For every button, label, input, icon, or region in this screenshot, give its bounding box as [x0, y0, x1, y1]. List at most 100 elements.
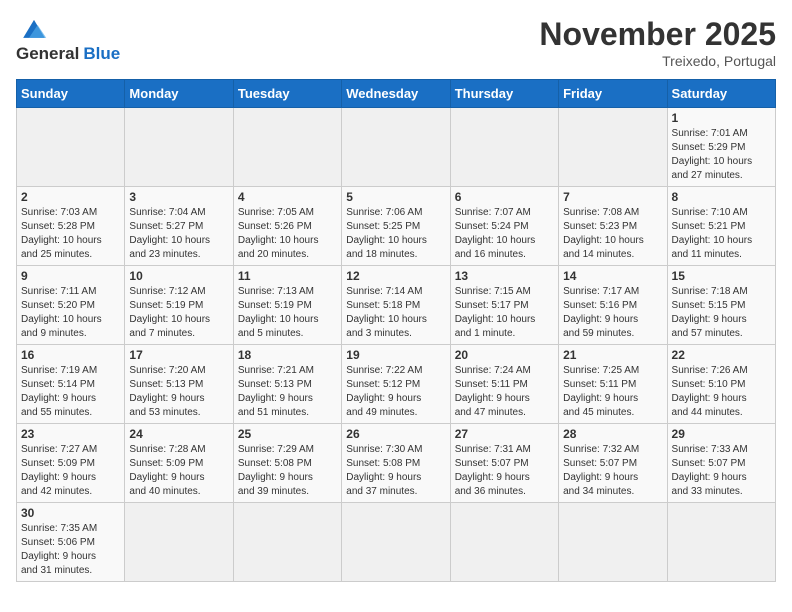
day-info: Sunrise: 7:20 AM Sunset: 5:13 PM Dayligh…	[129, 364, 228, 420]
day-number: 9	[21, 269, 120, 283]
day-number: 30	[21, 506, 120, 520]
day-number: 15	[672, 269, 771, 283]
calendar-cell: 13 Sunrise: 7:15 AM Sunset: 5:17 PM Dayli…	[450, 266, 558, 345]
calendar-cell: 11 Sunrise: 7:13 AM Sunset: 5:19 PM Dayli…	[233, 266, 341, 345]
calendar-cell: 27 Sunrise: 7:31 AM Sunset: 5:07 PM Dayli…	[450, 424, 558, 503]
day-number: 2	[21, 190, 120, 204]
day-info: Sunrise: 7:01 AM Sunset: 5:29 PM Dayligh…	[672, 127, 771, 183]
calendar-cell: 8Sunrise: 7:10 AM Sunset: 5:21 PM Daylig…	[667, 187, 775, 266]
col-header-wednesday: Wednesday	[342, 80, 450, 108]
calendar-table: SundayMondayTuesdayWednesdayThursdayFrid…	[16, 79, 776, 582]
calendar-cell: 19 Sunrise: 7:22 AM Sunset: 5:12 PM Dayli…	[342, 345, 450, 424]
calendar-cell: 12Sunrise: 7:14 AM Sunset: 5:18 PM Dayli…	[342, 266, 450, 345]
day-number: 14	[563, 269, 662, 283]
calendar-cell	[342, 503, 450, 582]
day-info: Sunrise: 7:22 AM Sunset: 5:12 PM Dayligh…	[346, 364, 445, 420]
calendar-week-4: 16 Sunrise: 7:19 AM Sunset: 5:14 PM Dayli…	[17, 345, 776, 424]
day-info: Sunrise: 7:04 AM Sunset: 5:27 PM Dayligh…	[129, 206, 228, 262]
calendar-cell: 22 Sunrise: 7:26 AM Sunset: 5:10 PM Dayli…	[667, 345, 775, 424]
day-number: 23	[21, 427, 120, 441]
day-info: Sunrise: 7:05 AM Sunset: 5:26 PM Dayligh…	[238, 206, 337, 262]
title-block: November 2025 Treixedo, Portugal	[539, 16, 776, 69]
day-info: Sunrise: 7:13 AM Sunset: 5:19 PM Dayligh…	[238, 285, 337, 341]
day-number: 4	[238, 190, 337, 204]
day-number: 10	[129, 269, 228, 283]
calendar-cell	[342, 108, 450, 187]
logo-text: General Blue	[16, 44, 120, 64]
day-number: 18	[238, 348, 337, 362]
calendar-cell	[125, 503, 233, 582]
calendar-cell: 1 Sunrise: 7:01 AM Sunset: 5:29 PM Daylig…	[667, 108, 775, 187]
day-number: 28	[563, 427, 662, 441]
calendar-cell: 7 Sunrise: 7:08 AM Sunset: 5:23 PM Daylig…	[559, 187, 667, 266]
calendar-cell: 6 Sunrise: 7:07 AM Sunset: 5:24 PM Daylig…	[450, 187, 558, 266]
calendar-cell	[125, 108, 233, 187]
page-header: General Blue November 2025 Treixedo, Por…	[16, 16, 776, 69]
day-info: Sunrise: 7:28 AM Sunset: 5:09 PM Dayligh…	[129, 443, 228, 499]
calendar-header-row: SundayMondayTuesdayWednesdayThursdayFrid…	[17, 80, 776, 108]
day-number: 26	[346, 427, 445, 441]
calendar-cell	[559, 503, 667, 582]
col-header-tuesday: Tuesday	[233, 80, 341, 108]
calendar-cell: 26 Sunrise: 7:30 AM Sunset: 5:08 PM Dayli…	[342, 424, 450, 503]
day-number: 17	[129, 348, 228, 362]
day-info: Sunrise: 7:24 AM Sunset: 5:11 PM Dayligh…	[455, 364, 554, 420]
day-number: 16	[21, 348, 120, 362]
calendar-cell	[450, 108, 558, 187]
day-number: 3	[129, 190, 228, 204]
calendar-cell: 14 Sunrise: 7:17 AM Sunset: 5:16 PM Dayli…	[559, 266, 667, 345]
logo: General Blue	[16, 16, 120, 64]
calendar-cell: 17 Sunrise: 7:20 AM Sunset: 5:13 PM Dayli…	[125, 345, 233, 424]
calendar-cell: 29Sunrise: 7:33 AM Sunset: 5:07 PM Dayli…	[667, 424, 775, 503]
day-number: 27	[455, 427, 554, 441]
day-info: Sunrise: 7:21 AM Sunset: 5:13 PM Dayligh…	[238, 364, 337, 420]
calendar-cell: 4 Sunrise: 7:05 AM Sunset: 5:26 PM Daylig…	[233, 187, 341, 266]
col-header-sunday: Sunday	[17, 80, 125, 108]
calendar-cell	[233, 108, 341, 187]
day-info: Sunrise: 7:19 AM Sunset: 5:14 PM Dayligh…	[21, 364, 120, 420]
day-number: 8	[672, 190, 771, 204]
day-info: Sunrise: 7:15 AM Sunset: 5:17 PM Dayligh…	[455, 285, 554, 341]
day-number: 11	[238, 269, 337, 283]
calendar-week-2: 2Sunrise: 7:03 AM Sunset: 5:28 PM Daylig…	[17, 187, 776, 266]
logo-blue: Blue	[83, 44, 120, 64]
calendar-cell	[450, 503, 558, 582]
calendar-cell: 15 Sunrise: 7:18 AM Sunset: 5:15 PM Dayli…	[667, 266, 775, 345]
calendar-cell: 2Sunrise: 7:03 AM Sunset: 5:28 PM Daylig…	[17, 187, 125, 266]
logo-general: General	[16, 44, 79, 64]
day-info: Sunrise: 7:18 AM Sunset: 5:15 PM Dayligh…	[672, 285, 771, 341]
calendar-cell	[667, 503, 775, 582]
day-number: 7	[563, 190, 662, 204]
calendar-cell	[233, 503, 341, 582]
day-info: Sunrise: 7:07 AM Sunset: 5:24 PM Dayligh…	[455, 206, 554, 262]
day-number: 1	[672, 111, 771, 125]
day-number: 13	[455, 269, 554, 283]
calendar-cell: 10Sunrise: 7:12 AM Sunset: 5:19 PM Dayli…	[125, 266, 233, 345]
day-number: 22	[672, 348, 771, 362]
day-info: Sunrise: 7:29 AM Sunset: 5:08 PM Dayligh…	[238, 443, 337, 499]
day-info: Sunrise: 7:35 AM Sunset: 5:06 PM Dayligh…	[21, 522, 120, 578]
col-header-thursday: Thursday	[450, 80, 558, 108]
calendar-cell	[17, 108, 125, 187]
calendar-cell: 28Sunrise: 7:32 AM Sunset: 5:07 PM Dayli…	[559, 424, 667, 503]
day-info: Sunrise: 7:31 AM Sunset: 5:07 PM Dayligh…	[455, 443, 554, 499]
calendar-cell: 24Sunrise: 7:28 AM Sunset: 5:09 PM Dayli…	[125, 424, 233, 503]
month-title: November 2025	[539, 16, 776, 53]
day-info: Sunrise: 7:25 AM Sunset: 5:11 PM Dayligh…	[563, 364, 662, 420]
calendar-cell: 20Sunrise: 7:24 AM Sunset: 5:11 PM Dayli…	[450, 345, 558, 424]
calendar-cell: 21 Sunrise: 7:25 AM Sunset: 5:11 PM Dayli…	[559, 345, 667, 424]
day-number: 12	[346, 269, 445, 283]
location: Treixedo, Portugal	[539, 53, 776, 69]
day-info: Sunrise: 7:30 AM Sunset: 5:08 PM Dayligh…	[346, 443, 445, 499]
calendar-week-3: 9Sunrise: 7:11 AM Sunset: 5:20 PM Daylig…	[17, 266, 776, 345]
calendar-week-6: 30 Sunrise: 7:35 AM Sunset: 5:06 PM Dayli…	[17, 503, 776, 582]
logo-icon	[16, 16, 52, 44]
calendar-cell: 9Sunrise: 7:11 AM Sunset: 5:20 PM Daylig…	[17, 266, 125, 345]
day-info: Sunrise: 7:17 AM Sunset: 5:16 PM Dayligh…	[563, 285, 662, 341]
day-number: 6	[455, 190, 554, 204]
day-info: Sunrise: 7:08 AM Sunset: 5:23 PM Dayligh…	[563, 206, 662, 262]
day-number: 21	[563, 348, 662, 362]
day-info: Sunrise: 7:26 AM Sunset: 5:10 PM Dayligh…	[672, 364, 771, 420]
day-number: 19	[346, 348, 445, 362]
day-info: Sunrise: 7:06 AM Sunset: 5:25 PM Dayligh…	[346, 206, 445, 262]
